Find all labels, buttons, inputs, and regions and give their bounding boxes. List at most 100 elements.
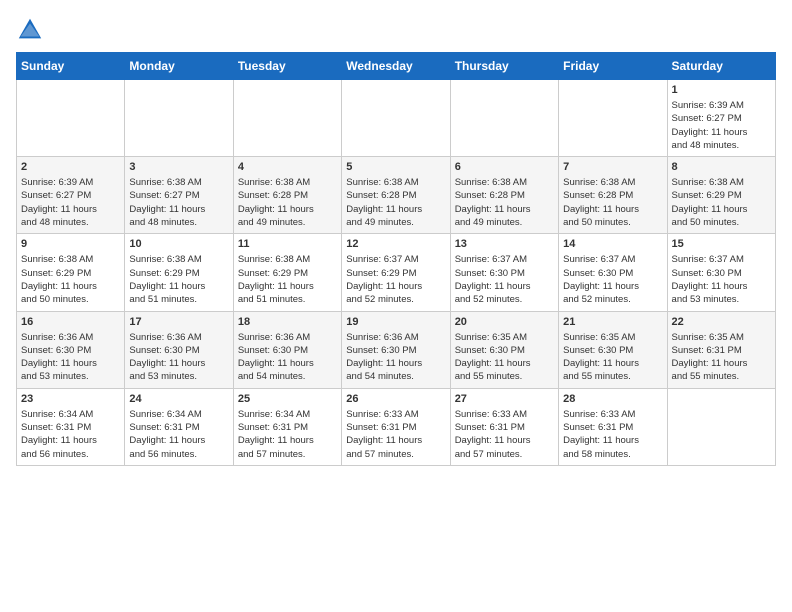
day-info: Sunrise: 6:38 AM Sunset: 6:29 PM Dayligh… [129,253,228,306]
day-number: 17 [129,316,228,328]
day-info: Sunrise: 6:33 AM Sunset: 6:31 PM Dayligh… [346,408,445,461]
day-info: Sunrise: 6:38 AM Sunset: 6:29 PM Dayligh… [672,176,771,229]
calendar-cell: 11Sunrise: 6:38 AM Sunset: 6:29 PM Dayli… [233,234,341,311]
day-number: 16 [21,316,120,328]
calendar-cell: 19Sunrise: 6:36 AM Sunset: 6:30 PM Dayli… [342,311,450,388]
calendar-week-row: 9 Sunrise: 6:38 AM Sunset: 6:29 PM Daylig… [17,234,776,311]
weekday-header-friday: Friday [559,53,667,80]
calendar-week-row: 16 Sunrise: 6:36 AM Sunset: 6:30 PM Dayli… [17,311,776,388]
calendar-week-row: 23 Sunrise: 6:34 AM Sunset: 6:31 PM Dayli… [17,388,776,465]
day-number: 25 [238,393,337,405]
day-number: 21 [563,316,662,328]
day-number: 4 [238,161,337,173]
day-number: 8 [672,161,771,173]
calendar-cell: 27 Sunrise: 6:33 AM Sunset: 6:31 PM Dayli… [450,388,558,465]
day-number: 24 [129,393,228,405]
weekday-header-wednesday: Wednesday [342,53,450,80]
calendar-cell: 25 Sunrise: 6:34 AM Sunset: 6:31 PM Dayli… [233,388,341,465]
day-info: Sunrise: 6:38 AM Sunset: 6:29 PM Dayligh… [21,253,120,306]
day-number: 15 [672,238,771,250]
weekday-header-thursday: Thursday [450,53,558,80]
day-info: Sunrise: 6:37 AM Sunset: 6:30 PM Dayligh… [455,253,554,306]
calendar-cell: 2 Sunrise: 6:39 AM Sunset: 6:27 PM Daylig… [17,157,125,234]
calendar-week-row: 2 Sunrise: 6:39 AM Sunset: 6:27 PM Daylig… [17,157,776,234]
calendar-header: SundayMondayTuesdayWednesdayThursdayFrid… [17,53,776,80]
day-number: 9 [21,238,120,250]
calendar-cell: 28Sunrise: 6:33 AM Sunset: 6:31 PM Dayli… [559,388,667,465]
day-info: Sunrise: 6:38 AM Sunset: 6:28 PM Dayligh… [455,176,554,229]
calendar-cell: 7 Sunrise: 6:38 AM Sunset: 6:28 PM Daylig… [559,157,667,234]
day-number: 26 [346,393,445,405]
calendar-cell [17,80,125,157]
calendar-cell: 3 Sunrise: 6:38 AM Sunset: 6:27 PM Daylig… [125,157,233,234]
day-info: Sunrise: 6:38 AM Sunset: 6:27 PM Dayligh… [129,176,228,229]
calendar-cell: 14Sunrise: 6:37 AM Sunset: 6:30 PM Dayli… [559,234,667,311]
calendar-cell [450,80,558,157]
day-info: Sunrise: 6:34 AM Sunset: 6:31 PM Dayligh… [238,408,337,461]
day-info: Sunrise: 6:36 AM Sunset: 6:30 PM Dayligh… [129,331,228,384]
calendar-cell [233,80,341,157]
day-number: 23 [21,393,120,405]
day-info: Sunrise: 6:38 AM Sunset: 6:28 PM Dayligh… [563,176,662,229]
calendar-cell: 9 Sunrise: 6:38 AM Sunset: 6:29 PM Daylig… [17,234,125,311]
day-number: 6 [455,161,554,173]
calendar-cell: 24 Sunrise: 6:34 AM Sunset: 6:31 PM Dayli… [125,388,233,465]
weekday-header-row: SundayMondayTuesdayWednesdayThursdayFrid… [17,53,776,80]
day-number: 2 [21,161,120,173]
day-info: Sunrise: 6:39 AM Sunset: 6:27 PM Dayligh… [21,176,120,229]
day-info: Sunrise: 6:33 AM Sunset: 6:31 PM Dayligh… [455,408,554,461]
calendar-cell: 17 Sunrise: 6:36 AM Sunset: 6:30 PM Dayli… [125,311,233,388]
day-number: 27 [455,393,554,405]
calendar-cell: 13 Sunrise: 6:37 AM Sunset: 6:30 PM Dayli… [450,234,558,311]
calendar-cell: 23Sunrise: 6:34 AM Sunset: 6:31 PM Dayli… [17,388,125,465]
calendar-cell: 26 Sunrise: 6:33 AM Sunset: 6:31 PM Dayli… [342,388,450,465]
logo [16,16,48,44]
day-number: 20 [455,316,554,328]
day-info: Sunrise: 6:37 AM Sunset: 6:30 PM Dayligh… [672,253,771,306]
day-info: Sunrise: 6:35 AM Sunset: 6:31 PM Dayligh… [672,331,771,384]
calendar-cell: 4 Sunrise: 6:38 AM Sunset: 6:28 PM Daylig… [233,157,341,234]
weekday-header-monday: Monday [125,53,233,80]
calendar-body: 1Sunrise: 6:39 AM Sunset: 6:27 PM Daylig… [17,80,776,466]
header [16,16,776,44]
day-number: 5 [346,161,445,173]
day-number: 13 [455,238,554,250]
calendar-cell: 6 Sunrise: 6:38 AM Sunset: 6:28 PM Daylig… [450,157,558,234]
day-number: 12 [346,238,445,250]
calendar-cell: 20 Sunrise: 6:35 AM Sunset: 6:30 PM Dayli… [450,311,558,388]
calendar-cell [559,80,667,157]
calendar-week-row: 1Sunrise: 6:39 AM Sunset: 6:27 PM Daylig… [17,80,776,157]
calendar-cell: 21Sunrise: 6:35 AM Sunset: 6:30 PM Dayli… [559,311,667,388]
calendar-cell: 16 Sunrise: 6:36 AM Sunset: 6:30 PM Dayli… [17,311,125,388]
weekday-header-saturday: Saturday [667,53,775,80]
day-number: 7 [563,161,662,173]
day-number: 19 [346,316,445,328]
calendar-cell [342,80,450,157]
day-number: 18 [238,316,337,328]
calendar-cell: 10Sunrise: 6:38 AM Sunset: 6:29 PM Dayli… [125,234,233,311]
calendar-cell: 22 Sunrise: 6:35 AM Sunset: 6:31 PM Dayli… [667,311,775,388]
day-info: Sunrise: 6:39 AM Sunset: 6:27 PM Dayligh… [672,99,771,152]
day-number: 3 [129,161,228,173]
day-number: 28 [563,393,662,405]
day-info: Sunrise: 6:35 AM Sunset: 6:30 PM Dayligh… [455,331,554,384]
calendar-cell: 8 Sunrise: 6:38 AM Sunset: 6:29 PM Daylig… [667,157,775,234]
day-number: 22 [672,316,771,328]
day-number: 11 [238,238,337,250]
weekday-header-sunday: Sunday [17,53,125,80]
day-number: 14 [563,238,662,250]
calendar-cell [125,80,233,157]
day-info: Sunrise: 6:37 AM Sunset: 6:29 PM Dayligh… [346,253,445,306]
day-info: Sunrise: 6:38 AM Sunset: 6:28 PM Dayligh… [238,176,337,229]
logo-icon [16,16,44,44]
weekday-header-tuesday: Tuesday [233,53,341,80]
day-info: Sunrise: 6:34 AM Sunset: 6:31 PM Dayligh… [129,408,228,461]
day-info: Sunrise: 6:36 AM Sunset: 6:30 PM Dayligh… [21,331,120,384]
calendar-cell: 18 Sunrise: 6:36 AM Sunset: 6:30 PM Dayli… [233,311,341,388]
calendar-cell [667,388,775,465]
day-info: Sunrise: 6:36 AM Sunset: 6:30 PM Dayligh… [238,331,337,384]
calendar-cell: 5 Sunrise: 6:38 AM Sunset: 6:28 PM Daylig… [342,157,450,234]
calendar-cell: 1Sunrise: 6:39 AM Sunset: 6:27 PM Daylig… [667,80,775,157]
day-info: Sunrise: 6:38 AM Sunset: 6:28 PM Dayligh… [346,176,445,229]
calendar-cell: 12 Sunrise: 6:37 AM Sunset: 6:29 PM Dayli… [342,234,450,311]
